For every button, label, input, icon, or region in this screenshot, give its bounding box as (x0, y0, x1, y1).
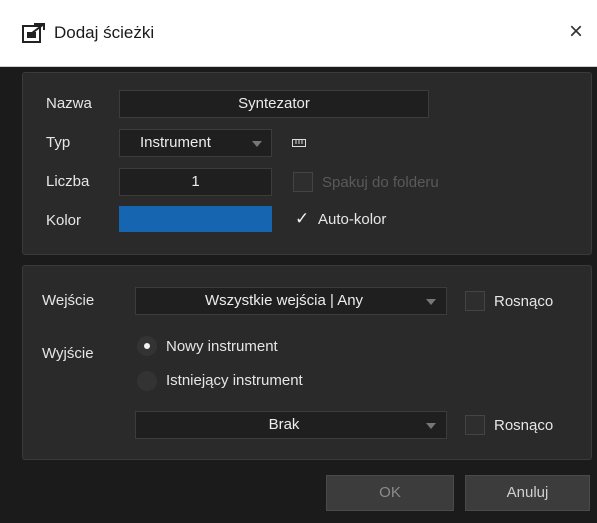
color-swatch[interactable] (119, 206, 272, 232)
add-tracks-dialog: Dodaj ścieżki × Nazwa Syntezator Typ Ins… (0, 0, 597, 523)
existing-ascending-label: Rosnąco (494, 417, 554, 434)
pack-folder-label: Spakuj do folderu (322, 174, 439, 191)
dialog-title: Dodaj ścieżki (54, 23, 155, 42)
existing-instrument-dropdown[interactable]: Brak (135, 411, 447, 439)
count-input[interactable]: 1 (119, 168, 272, 196)
input-value: Wszystkie wejścia | Any (204, 292, 364, 309)
radio-selected-dot (144, 343, 150, 349)
pack-folder-checkbox[interactable] (293, 172, 313, 192)
auto-color-label: Auto-kolor (318, 211, 387, 228)
new-instrument-radio[interactable] (137, 336, 157, 356)
color-label: Kolor (46, 212, 82, 229)
add-track-icon (22, 23, 45, 43)
existing-instrument-value: Brak (268, 416, 300, 433)
existing-ascending-checkbox[interactable] (465, 415, 485, 435)
type-label: Typ (46, 134, 71, 151)
chevron-down-icon (426, 299, 436, 305)
input-dropdown[interactable]: Wszystkie wejścia | Any (135, 287, 447, 315)
new-instrument-label: Nowy instrument (166, 338, 278, 355)
input-ascending-label: Rosnąco (494, 293, 554, 310)
existing-instrument-radio[interactable] (137, 371, 157, 391)
title-bar: Dodaj ścieżki × (0, 0, 597, 67)
chevron-down-icon (426, 423, 436, 429)
checkmark-icon: ✓ (295, 209, 310, 228)
output-label: Wyjście (42, 345, 94, 362)
input-ascending-checkbox[interactable] (465, 291, 485, 311)
input-label: Wejście (42, 292, 95, 309)
type-value: Instrument (140, 134, 211, 151)
name-label: Nazwa (46, 95, 92, 112)
cancel-button[interactable]: Anuluj (465, 475, 590, 511)
type-dropdown[interactable]: Instrument (119, 129, 272, 157)
keyboard-icon (292, 139, 306, 147)
count-label: Liczba (46, 173, 90, 190)
existing-instrument-label: Istniejący instrument (166, 372, 303, 389)
chevron-down-icon (252, 141, 262, 147)
name-input[interactable]: Syntezator (119, 90, 429, 118)
close-button[interactable]: × (562, 18, 590, 46)
ok-button[interactable]: OK (326, 475, 454, 511)
auto-color-checkbox[interactable]: ✓ (293, 209, 313, 229)
